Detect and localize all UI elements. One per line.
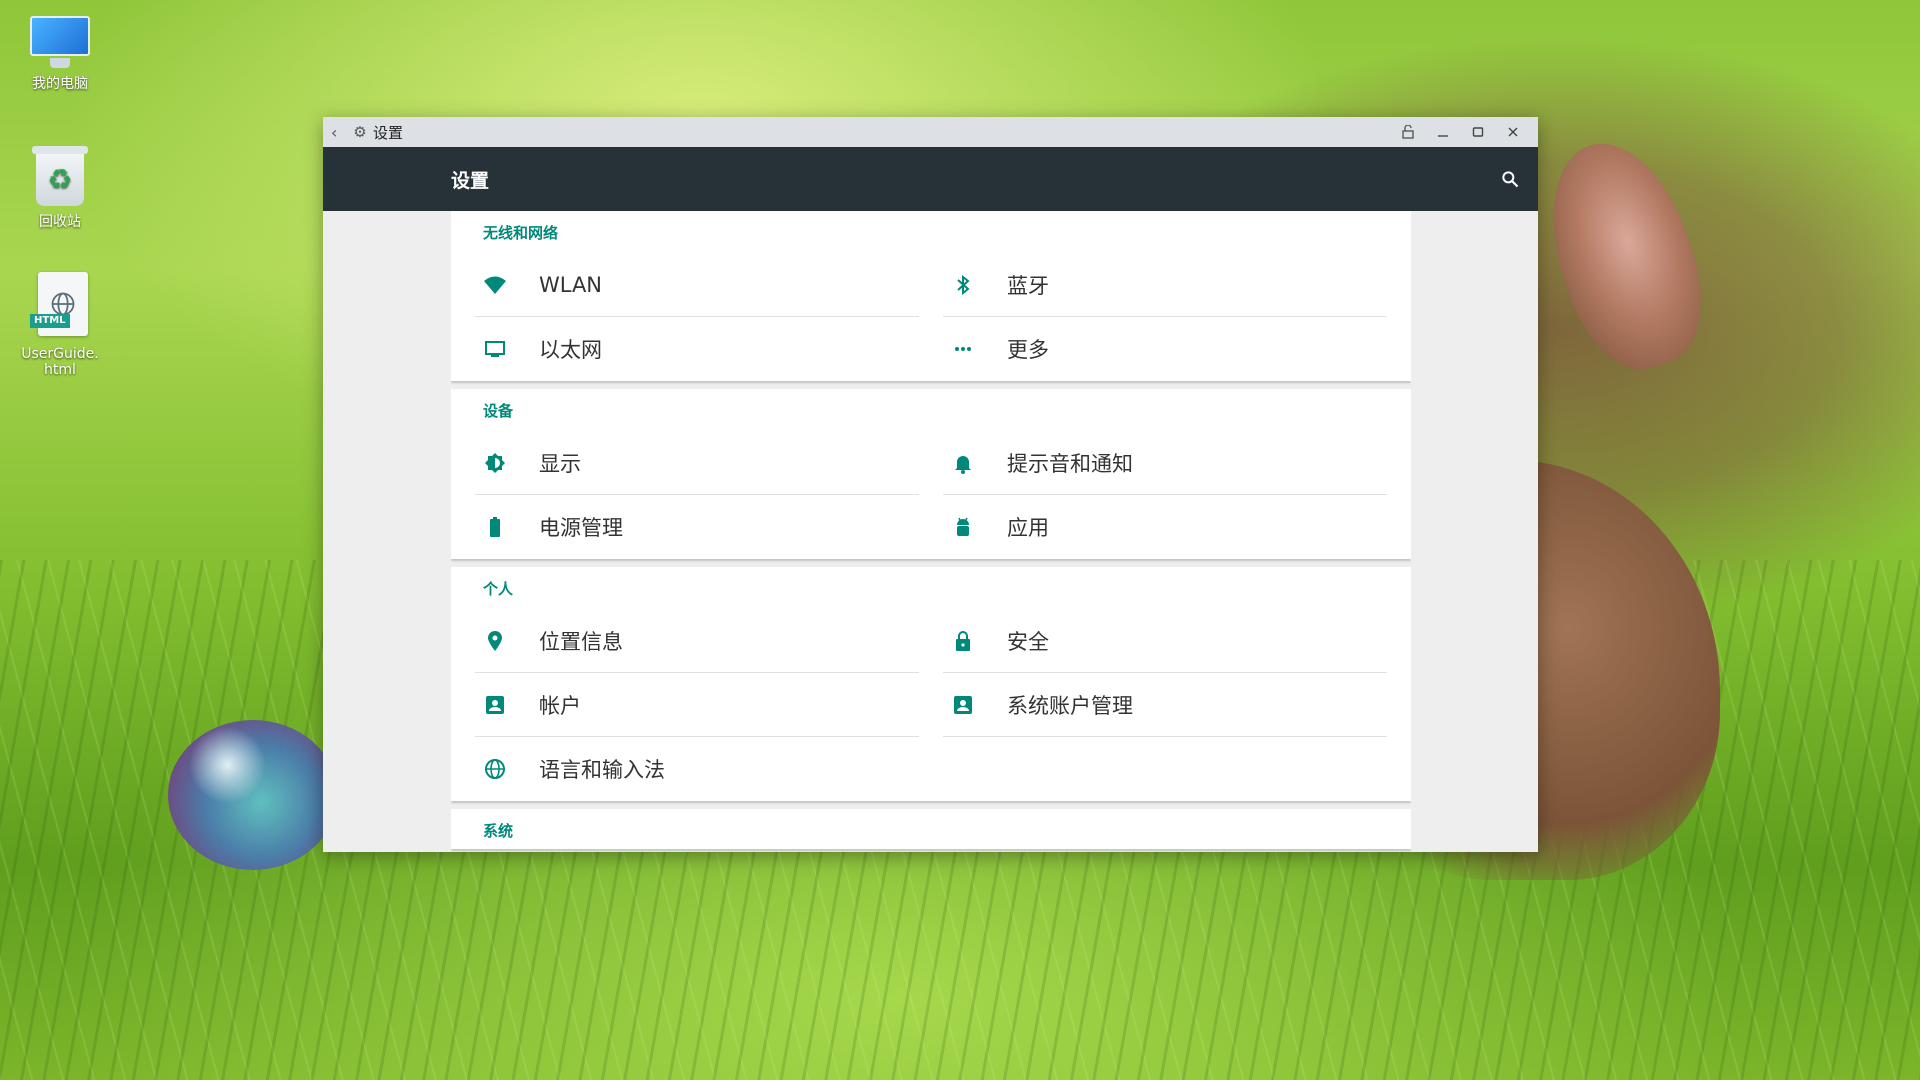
settings-item-accounts[interactable]: 帐户	[475, 673, 919, 737]
section-header: 系统	[483, 821, 514, 840]
settings-item-apps[interactable]: 应用	[943, 495, 1387, 559]
window-title: 设置	[373, 123, 404, 142]
settings-item-label: 帐户	[539, 693, 581, 718]
settings-item-label: 系统账户管理	[1007, 693, 1133, 718]
settings-item-label: 以太网	[539, 338, 602, 362]
globe-icon	[475, 757, 539, 781]
page-title: 设置	[451, 169, 490, 192]
close-icon	[1508, 127, 1517, 137]
settings-list[interactable]: 无线和网络 WLAN 蓝牙 以太网 更多 设备 显示 提示音和通知 电源管理 应…	[451, 211, 1411, 852]
settings-item-location[interactable]: 位置信息	[475, 609, 919, 673]
desktop-icon-label: UserGuide.html	[21, 346, 99, 378]
settings-window: ‹ ⚙ 设置 设置 无线和网络 WLAN 蓝牙 以太网 更多 设备 显示 提示音…	[323, 117, 1538, 852]
minimize-icon	[1437, 135, 1448, 137]
settings-item-power[interactable]: 电源管理	[475, 495, 919, 559]
settings-item-system-accounts[interactable]: 系统账户管理	[943, 673, 1387, 737]
settings-item-bluetooth[interactable]: 蓝牙	[943, 253, 1387, 317]
pin-button[interactable]	[1390, 117, 1425, 147]
desktop-icon-userguide[interactable]: HTML UserGuide.html	[10, 272, 110, 378]
lock-icon	[943, 629, 1007, 653]
pin-icon	[1401, 125, 1414, 139]
html-file-icon: HTML	[30, 272, 90, 340]
monitor-icon	[475, 337, 539, 361]
settings-item-wlan[interactable]: WLAN	[475, 253, 919, 317]
desktop-icon-my-computer[interactable]: 我的电脑	[10, 14, 110, 92]
settings-appbar: 设置	[323, 147, 1538, 211]
gear-icon: ⚙	[353, 123, 367, 141]
close-button[interactable]	[1495, 117, 1530, 147]
settings-item-security[interactable]: 安全	[943, 609, 1387, 673]
section-device: 设备 显示 提示音和通知 电源管理 应用	[451, 389, 1411, 559]
account-icon	[475, 693, 539, 717]
settings-item-label: WLAN	[539, 272, 603, 297]
battery-icon	[475, 515, 539, 539]
section-header: 无线和网络	[483, 223, 559, 242]
wifi-icon	[475, 273, 539, 297]
settings-item-sound-notifications[interactable]: 提示音和通知	[943, 431, 1387, 495]
search-button[interactable]	[1494, 163, 1526, 195]
desktop-icon-label: 我的电脑	[32, 76, 88, 92]
bluetooth-icon	[943, 273, 1007, 297]
location-icon	[475, 629, 539, 653]
search-icon	[1502, 171, 1519, 188]
recycle-bin-icon: ♻	[30, 144, 90, 208]
brightness-icon	[475, 451, 539, 475]
desktop-icon-label: 回收站	[39, 214, 81, 230]
section-header: 个人	[483, 579, 514, 598]
settings-item-label: 应用	[1007, 516, 1049, 540]
window-titlebar[interactable]: ‹ ⚙ 设置	[323, 117, 1538, 147]
settings-item-label: 安全	[1007, 629, 1049, 654]
settings-item-label: 显示	[539, 451, 581, 476]
settings-item-label: 提示音和通知	[1007, 451, 1133, 476]
settings-item-language-input[interactable]: 语言和输入法	[475, 737, 919, 801]
section-wireless-networks: 无线和网络 WLAN 蓝牙 以太网 更多	[451, 211, 1411, 381]
settings-item-label: 位置信息	[539, 629, 623, 654]
settings-item-label: 电源管理	[539, 516, 623, 540]
section-system: 系统	[451, 809, 1411, 849]
back-icon[interactable]: ‹	[331, 123, 351, 142]
html-badge: HTML	[30, 314, 70, 328]
empty-cell	[943, 737, 1387, 801]
settings-item-display[interactable]: 显示	[475, 431, 919, 495]
bell-icon	[943, 451, 1007, 475]
section-personal: 个人 位置信息 安全 帐户 系统账户管理 语言和输入法	[451, 567, 1411, 801]
android-icon	[943, 515, 1007, 539]
maximize-icon	[1472, 127, 1483, 137]
desktop-icon-recycle-bin[interactable]: ♻ 回收站	[10, 144, 110, 230]
section-header: 设备	[483, 401, 514, 420]
settings-item-more[interactable]: 更多	[943, 317, 1387, 381]
account-icon	[943, 693, 1007, 717]
wallpaper-easter-egg	[168, 720, 338, 870]
settings-item-label: 蓝牙	[1007, 273, 1049, 298]
wallpaper-bunny-ear	[1527, 125, 1723, 385]
settings-item-label: 更多	[1007, 338, 1049, 362]
more-icon	[943, 337, 1007, 361]
settings-item-label: 语言和输入法	[539, 758, 665, 782]
minimize-button[interactable]	[1425, 117, 1460, 147]
maximize-button[interactable]	[1460, 117, 1495, 147]
settings-item-ethernet[interactable]: 以太网	[475, 317, 919, 381]
computer-icon	[28, 14, 92, 70]
